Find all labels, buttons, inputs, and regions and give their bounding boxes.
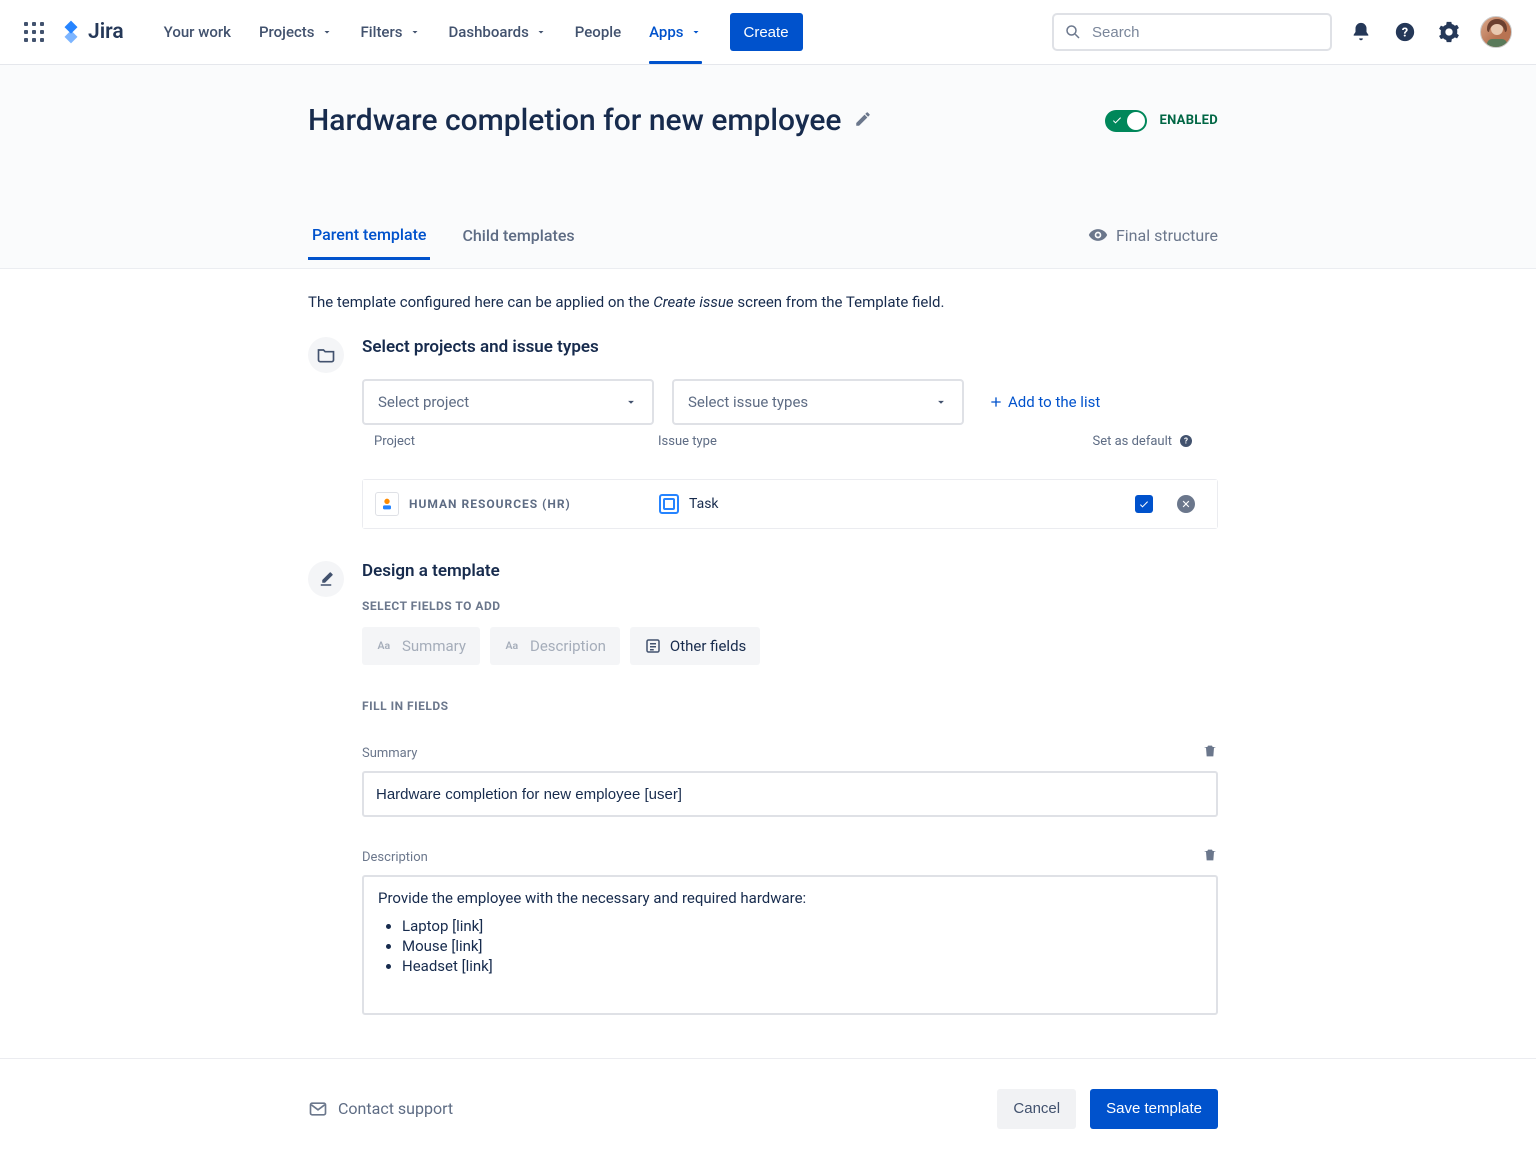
- project-avatar-icon: [375, 492, 399, 516]
- chevron-down-icon: [624, 395, 638, 409]
- nav-dashboards[interactable]: Dashboards: [439, 0, 557, 64]
- default-checkbox[interactable]: [1135, 495, 1153, 513]
- summary-label: Summary: [362, 746, 417, 761]
- fill-fields-label: FILL IN FIELDS: [362, 699, 1218, 713]
- column-issue-type: Issue type: [658, 434, 1002, 449]
- svg-text:Aa: Aa: [378, 639, 391, 652]
- help-icon[interactable]: ?: [1178, 433, 1194, 449]
- chevron-down-icon: [934, 395, 948, 409]
- delete-description-icon[interactable]: [1202, 847, 1218, 867]
- toggle-label: ENABLED: [1159, 113, 1218, 128]
- select-issue-types-dropdown[interactable]: Select issue types: [672, 379, 964, 425]
- issue-type-name: Task: [689, 496, 719, 512]
- enabled-toggle[interactable]: [1105, 110, 1147, 132]
- contact-support-link[interactable]: Contact support: [308, 1099, 453, 1119]
- chevron-down-icon: [321, 26, 333, 38]
- description-editor[interactable]: Provide the employee with the necessary …: [362, 875, 1218, 1015]
- summary-input[interactable]: [362, 771, 1218, 817]
- chevron-down-icon: [690, 26, 702, 38]
- section-projects-title: Select projects and issue types: [362, 337, 1218, 357]
- nav-your-work[interactable]: Your work: [154, 0, 241, 64]
- search-box[interactable]: [1052, 13, 1332, 51]
- search-input[interactable]: [1090, 23, 1320, 42]
- app-switcher-icon[interactable]: [24, 22, 44, 42]
- page-header: Hardware completion for new employee ENA…: [0, 65, 1536, 269]
- nav-filters[interactable]: Filters: [351, 0, 431, 64]
- plus-icon: [988, 394, 1004, 410]
- intro-text: The template configured here can be appl…: [308, 293, 1218, 311]
- select-project-dropdown[interactable]: Select project: [362, 379, 654, 425]
- footer: Contact support Cancel Save template: [0, 1058, 1536, 1158]
- remove-row-icon[interactable]: ✕: [1177, 495, 1195, 513]
- tab-child-templates[interactable]: Child templates: [458, 226, 578, 259]
- description-label: Description: [362, 850, 428, 865]
- notifications-icon[interactable]: [1348, 19, 1374, 45]
- svg-text:Aa: Aa: [505, 639, 518, 652]
- mail-icon: [308, 1099, 328, 1119]
- folder-icon: [308, 337, 344, 373]
- task-icon: [659, 494, 679, 514]
- check-icon: [1111, 114, 1123, 130]
- text-icon: Aa: [504, 637, 522, 655]
- add-to-list-link[interactable]: Add to the list: [988, 393, 1100, 411]
- cancel-button[interactable]: Cancel: [997, 1089, 1076, 1129]
- save-template-button[interactable]: Save template: [1090, 1089, 1218, 1129]
- tab-parent-template[interactable]: Parent template: [308, 225, 430, 260]
- eye-icon: [1088, 225, 1108, 245]
- help-icon[interactable]: ?: [1392, 19, 1418, 45]
- list-item: Laptop [link]: [402, 917, 1202, 935]
- final-structure-link[interactable]: Final structure: [1088, 225, 1218, 259]
- page-title: Hardware completion for new employee: [308, 103, 842, 138]
- text-icon: Aa: [376, 637, 394, 655]
- column-default: Set as default: [1093, 434, 1173, 449]
- nav-apps[interactable]: Apps: [639, 0, 711, 64]
- chevron-down-icon: [535, 26, 547, 38]
- chip-description: Aa Description: [490, 627, 620, 665]
- jira-logo[interactable]: Jira: [58, 19, 124, 45]
- chip-summary: Aa Summary: [362, 627, 480, 665]
- list-item: Headset [link]: [402, 957, 1202, 975]
- brush-icon: [308, 561, 344, 597]
- svg-text:?: ?: [1402, 26, 1408, 41]
- nav-people[interactable]: People: [565, 0, 631, 64]
- settings-icon[interactable]: [1436, 19, 1462, 45]
- product-name: Jira: [88, 20, 124, 44]
- chevron-down-icon: [409, 26, 421, 38]
- column-project: Project: [374, 434, 658, 449]
- project-name: HUMAN RESOURCES (HR): [409, 497, 571, 511]
- list-icon: [644, 637, 662, 655]
- edit-title-icon[interactable]: [854, 110, 872, 132]
- create-button[interactable]: Create: [730, 13, 803, 51]
- select-fields-label: SELECT FIELDS TO ADD: [362, 599, 1218, 613]
- section-design-title: Design a template: [362, 561, 1218, 581]
- user-avatar[interactable]: [1480, 16, 1512, 48]
- chip-other-fields[interactable]: Other fields: [630, 627, 760, 665]
- nav-projects[interactable]: Projects: [249, 0, 343, 64]
- project-row: HUMAN RESOURCES (HR) Task ✕: [363, 480, 1217, 528]
- nav-items: Your work Projects Filters Dashboards Pe…: [154, 0, 712, 64]
- svg-text:?: ?: [1184, 437, 1188, 446]
- search-icon: [1064, 23, 1082, 41]
- top-nav: Jira Your work Projects Filters Dashboar…: [0, 0, 1536, 65]
- list-item: Mouse [link]: [402, 937, 1202, 955]
- delete-summary-icon[interactable]: [1202, 743, 1218, 763]
